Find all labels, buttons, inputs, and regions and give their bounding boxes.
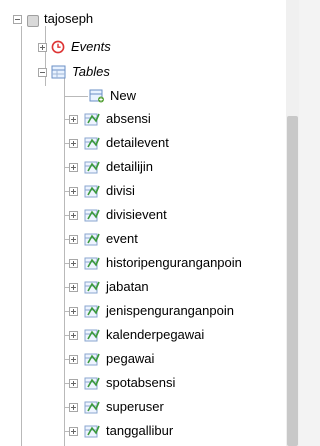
table-node[interactable]: spotabsensi	[69, 372, 175, 394]
expand-toggle[interactable]	[69, 258, 78, 268]
events-label[interactable]: Events	[71, 36, 111, 58]
table-icon	[84, 233, 100, 246]
scrollbar-thumb[interactable]	[287, 116, 298, 446]
tree-line	[21, 26, 22, 446]
table-node[interactable]: pegawai	[69, 348, 154, 370]
collapse-toggle[interactable]	[38, 67, 47, 77]
table-node[interactable]: event	[69, 228, 138, 250]
table-name[interactable]: event	[106, 228, 138, 250]
expand-toggle[interactable]	[69, 306, 78, 316]
expand-toggle[interactable]	[69, 186, 78, 196]
tables-label[interactable]: Tables	[72, 61, 110, 83]
table-icon	[84, 281, 100, 294]
expand-toggle[interactable]	[69, 234, 78, 244]
tables-node[interactable]: Tables	[38, 61, 110, 83]
new-table-node[interactable]: New	[89, 85, 136, 107]
expand-toggle[interactable]	[69, 330, 78, 340]
expand-toggle[interactable]	[69, 354, 78, 364]
table-icon	[84, 113, 100, 126]
events-node[interactable]: Events	[38, 36, 111, 58]
table-name[interactable]: historipenguranganpoin	[106, 252, 242, 274]
table-node[interactable]: absensi	[69, 108, 151, 130]
table-icon	[84, 353, 100, 366]
table-name[interactable]: absensi	[106, 108, 151, 130]
table-name[interactable]: jenispenguranganpoin	[106, 300, 234, 322]
table-icon	[84, 137, 100, 150]
table-name[interactable]: superuser	[106, 396, 164, 418]
collapse-toggle[interactable]	[13, 14, 22, 24]
table-node[interactable]: detailijin	[69, 156, 153, 178]
new-table-icon	[89, 89, 104, 103]
table-name[interactable]: detailijin	[106, 156, 153, 178]
expand-toggle[interactable]	[69, 378, 78, 388]
database-icon	[26, 13, 39, 27]
table-node[interactable]: divisievent	[69, 204, 167, 226]
database-node[interactable]: tajoseph	[13, 8, 93, 30]
navigation-tree-panel: tajoseph Events Tables New absensidetai	[0, 0, 287, 446]
expand-toggle[interactable]	[69, 210, 78, 220]
vertical-scrollbar[interactable]	[286, 0, 299, 446]
table-node[interactable]: divisi	[69, 180, 135, 202]
table-icon	[84, 209, 100, 222]
new-label[interactable]: New	[110, 85, 136, 107]
table-name[interactable]: detailevent	[106, 132, 169, 154]
expand-toggle[interactable]	[69, 162, 78, 172]
table-name[interactable]: divisievent	[106, 204, 167, 226]
expand-toggle[interactable]	[69, 138, 78, 148]
tree-line	[64, 96, 88, 97]
expand-toggle[interactable]	[69, 426, 78, 436]
table-node[interactable]: kalenderpegawai	[69, 324, 204, 346]
tree-line	[64, 78, 65, 446]
table-folder-icon	[51, 65, 66, 79]
table-name[interactable]: pegawai	[106, 348, 154, 370]
table-node[interactable]: jabatan	[69, 276, 149, 298]
table-icon	[84, 329, 100, 342]
table-node[interactable]: superuser	[69, 396, 164, 418]
database-name[interactable]: tajoseph	[44, 8, 93, 30]
table-name[interactable]: divisi	[106, 180, 135, 202]
expand-toggle[interactable]	[69, 402, 78, 412]
expand-toggle[interactable]	[38, 42, 47, 52]
table-node[interactable]: tanggallibur	[69, 420, 173, 442]
table-icon	[84, 185, 100, 198]
table-name[interactable]: tanggallibur	[106, 420, 173, 442]
table-name[interactable]: jabatan	[106, 276, 149, 298]
expand-toggle[interactable]	[69, 282, 78, 292]
clock-icon	[51, 40, 65, 54]
table-node[interactable]: detailevent	[69, 132, 169, 154]
table-icon	[84, 305, 100, 318]
table-icon	[84, 377, 100, 390]
table-name[interactable]: kalenderpegawai	[106, 324, 204, 346]
table-node[interactable]: jenispenguranganpoin	[69, 300, 234, 322]
table-icon	[84, 257, 100, 270]
expand-toggle[interactable]	[69, 114, 78, 124]
table-icon	[84, 161, 100, 174]
table-name[interactable]: spotabsensi	[106, 372, 175, 394]
table-icon	[84, 401, 100, 414]
table-node[interactable]: historipenguranganpoin	[69, 252, 242, 274]
table-icon	[84, 425, 100, 438]
